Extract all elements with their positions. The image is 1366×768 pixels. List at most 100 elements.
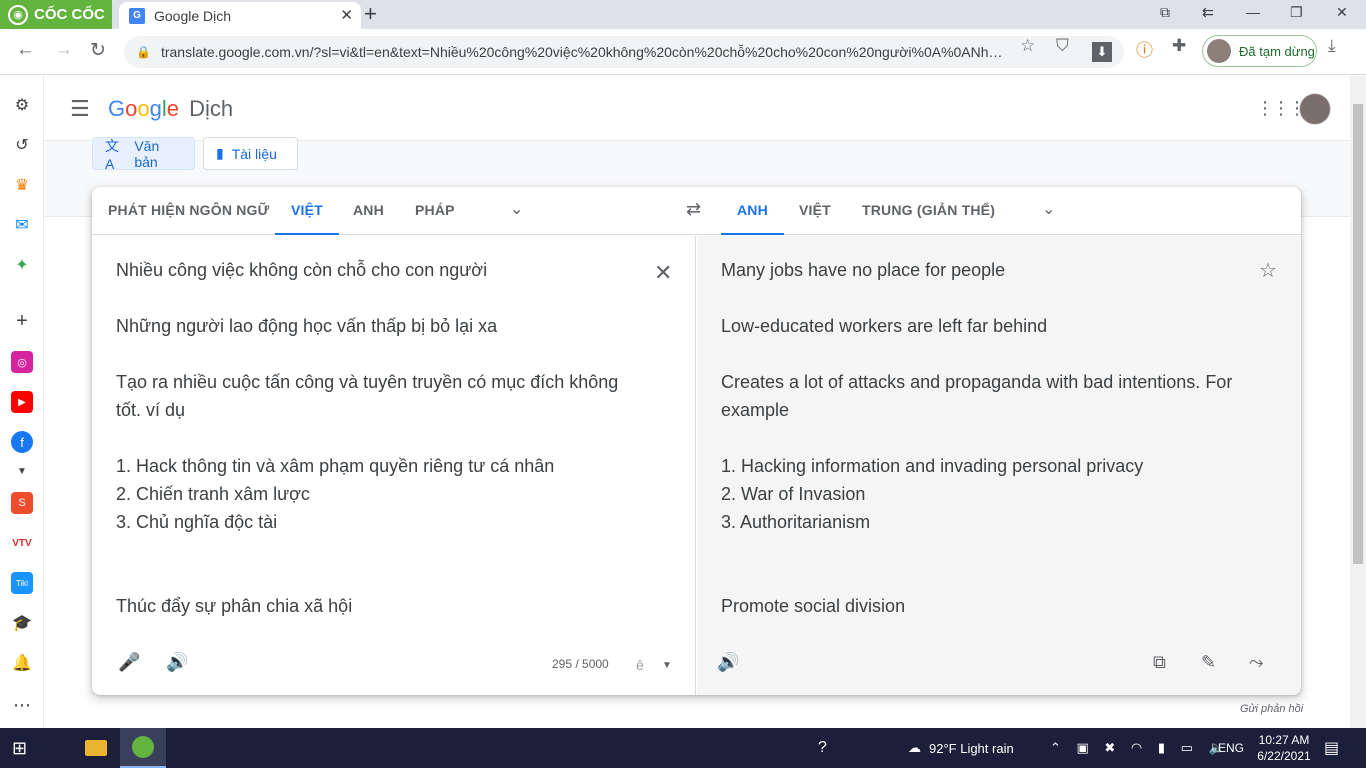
source-line: Nhiều công việc không còn chỗ cho con ng… — [116, 260, 488, 280]
back-icon[interactable]: ← — [16, 39, 35, 61]
settings-gear-icon[interactable]: ⚙ — [11, 94, 33, 116]
source-lang-viet-tab[interactable]: VIỆT — [275, 187, 339, 235]
crown-icon[interactable]: ♛ — [11, 174, 33, 196]
copy-icon[interactable]: ⧉ — [1153, 652, 1166, 673]
target-listen-speaker-icon[interactable]: 🔊 — [717, 652, 739, 673]
windows-start-icon[interactable]: ⊞ — [12, 728, 27, 768]
minimize-icon[interactable]: — — [1246, 4, 1260, 20]
shopee-icon[interactable]: S — [11, 492, 33, 514]
brand-name: CỐC CỐC — [34, 6, 105, 23]
swap-languages-icon[interactable]: ⇄ — [686, 199, 701, 220]
target-more-languages-chevron-down-icon[interactable]: ⌄ — [1042, 199, 1055, 219]
target-line: Creates a lot of attacks and propaganda … — [721, 372, 1233, 420]
system-tray-icons[interactable]: ⌃ ▣ ✖ ◠ ▮ ▭ 🔈 — [1050, 728, 1231, 768]
file-explorer-button[interactable] — [76, 728, 116, 768]
edit-pencil-icon[interactable]: ✎ — [1201, 652, 1216, 673]
account-avatar[interactable] — [1299, 93, 1331, 125]
address-bar[interactable]: 🔒 translate.google.com.vn/?sl=vi&tl=en&t… — [124, 36, 1124, 68]
new-tab-button[interactable]: + — [364, 2, 377, 26]
target-line: 2. War of Invasion — [721, 484, 866, 504]
source-more-languages-chevron-down-icon[interactable]: ⌄ — [510, 199, 523, 219]
notification-bell-icon[interactable]: 🔔 — [11, 652, 33, 674]
profile-paused-button[interactable]: Đã tạm dừng — [1202, 35, 1317, 67]
folder-icon — [85, 740, 107, 756]
input-language-indicator[interactable]: ENG — [1218, 728, 1244, 768]
google-dich-logo[interactable]: Google Dịch — [108, 96, 233, 122]
scrollbar-thumb[interactable] — [1353, 104, 1363, 564]
close-window-icon[interactable]: ✕ — [1336, 4, 1348, 21]
target-line: Promote social division — [721, 596, 906, 616]
reload-icon[interactable]: ↻ — [90, 39, 106, 62]
instagram-icon[interactable]: ◎ — [11, 351, 33, 373]
input-tool-chevron-down-icon[interactable]: ▼ — [662, 660, 672, 671]
source-text-pane[interactable]: Nhiều công việc không còn chỗ cho con ng… — [92, 236, 696, 695]
source-lang-phap-tab[interactable]: PHÁP — [415, 187, 455, 235]
document-mode-button[interactable]: ▮ Tài liệu — [203, 137, 298, 170]
weather-widget[interactable]: ☁ 92°F Light rain — [908, 728, 1014, 768]
more-options-icon[interactable]: ⋯ — [11, 694, 33, 716]
source-line: 2. Chiến tranh xâm lược — [116, 484, 310, 504]
input-tool-icon[interactable]: ê — [636, 657, 644, 673]
target-lang-anh-tab[interactable]: ANH — [721, 187, 784, 235]
google-translate-page: ☰ Google Dịch ⋮⋮⋮ 文A Văn bản ▮ Tài liệu … — [44, 76, 1350, 728]
tab-close-icon[interactable]: ✕ — [340, 6, 353, 24]
coccoc-sidebar: ⚙ ↺ ♛ ✉ ✦ + ◎ ▶ f ▼ S VTV Tiki 🎓 🔔 ⋯ — [0, 76, 44, 728]
shield-icon[interactable]: ⛉ — [1056, 36, 1069, 56]
send-feedback-link[interactable]: Gửi phản hồi — [1240, 703, 1303, 715]
tiki-icon[interactable]: Tiki — [11, 572, 33, 594]
source-line: Tạo ra nhiều cuộc tấn công và tuyên truy… — [116, 372, 619, 420]
graduation-cap-icon[interactable]: 🎓 — [11, 612, 33, 634]
source-line: 1. Hack thông tin và xâm phạm quyền riên… — [116, 456, 555, 476]
back-to-tab-icon[interactable]: ⇇ — [1202, 4, 1214, 21]
tab-google-dich[interactable]: G Google Dịch ✕ — [119, 2, 361, 29]
url-text[interactable]: translate.google.com.vn/?sl=vi&tl=en&tex… — [161, 44, 1011, 60]
text-mode-button[interactable]: 文A Văn bản — [92, 137, 195, 172]
clock-time: 10:27 AM — [1258, 733, 1310, 747]
logo-letter: e — [166, 96, 180, 121]
youtube-icon[interactable]: ▶ — [11, 391, 33, 413]
tab-title: Google Dịch — [154, 7, 232, 24]
source-line: Thúc đẩy sự phân chia xã hội — [116, 596, 353, 616]
profile-status-label: Đã tạm dừng — [1239, 43, 1315, 59]
logo-letter: G — [108, 96, 126, 121]
share-icon[interactable]: ⤳ — [1249, 652, 1263, 673]
source-lang-anh-tab[interactable]: ANH — [353, 187, 384, 235]
alert-extension-icon[interactable]: ⓘ — [1136, 36, 1153, 61]
action-center-icon[interactable]: ▤ — [1324, 728, 1339, 768]
microphone-icon[interactable]: 🎤 — [118, 652, 140, 673]
detect-language-tab[interactable]: PHÁT HIỆN NGÔN NGỮ — [108, 187, 269, 235]
help-question-icon[interactable]: ? — [818, 728, 827, 768]
download-icon[interactable]: ⬇ — [1092, 42, 1112, 62]
maximize-icon[interactable]: ❐ — [1290, 4, 1303, 21]
vtv-go-icon[interactable]: VTV — [11, 532, 33, 554]
extensions-puzzle-icon[interactable]: ✚ — [1172, 36, 1186, 56]
downloads-tray-icon[interactable]: ⤓ — [1328, 36, 1336, 56]
source-line: Những người lao động học vấn thấp bị bỏ … — [116, 316, 498, 336]
source-listen-speaker-icon[interactable]: 🔊 — [166, 652, 188, 673]
coccoc-app-icon — [132, 736, 154, 758]
history-icon[interactable]: ↺ — [11, 134, 33, 156]
save-translation-star-icon[interactable]: ☆ — [1259, 258, 1277, 283]
clock[interactable]: 10:27 AM 6/22/2021 — [1256, 728, 1312, 768]
target-lang-trung-tab[interactable]: TRUNG (GIẢN THỂ) — [862, 187, 995, 235]
clear-text-close-icon[interactable]: ✕ — [654, 260, 672, 286]
forward-icon[interactable]: → — [54, 39, 73, 61]
messenger-icon[interactable]: ✉ — [11, 214, 33, 236]
lock-icon[interactable]: 🔒 — [136, 45, 151, 59]
chevron-down-icon[interactable]: ▼ — [11, 460, 33, 482]
source-textarea[interactable]: Nhiều công việc không còn chỗ cho con ng… — [116, 256, 636, 620]
source-line: 3. Chủ nghĩa độc tài — [116, 512, 278, 532]
search-tabs-icon[interactable]: ⧉ — [1160, 4, 1170, 21]
bookmark-star-icon[interactable]: ☆ — [1020, 36, 1035, 56]
target-lang-viet-tab[interactable]: VIỆT — [799, 187, 831, 235]
add-sidebar-app-icon[interactable]: + — [11, 310, 33, 332]
target-line — [721, 536, 1241, 564]
hamburger-menu-icon[interactable]: ☰ — [70, 96, 90, 122]
facebook-icon[interactable]: f — [11, 431, 33, 453]
game-controller-icon[interactable]: ✦ — [11, 254, 33, 276]
coccoc-taskbar-button[interactable] — [120, 728, 166, 768]
coccoc-menu-button[interactable]: ◉ CỐC CỐC — [0, 0, 112, 29]
page-scrollbar[interactable] — [1350, 76, 1366, 728]
google-apps-grid-icon[interactable]: ⋮⋮⋮ — [1256, 98, 1306, 119]
target-line: Many jobs have no place for people — [721, 260, 1006, 280]
